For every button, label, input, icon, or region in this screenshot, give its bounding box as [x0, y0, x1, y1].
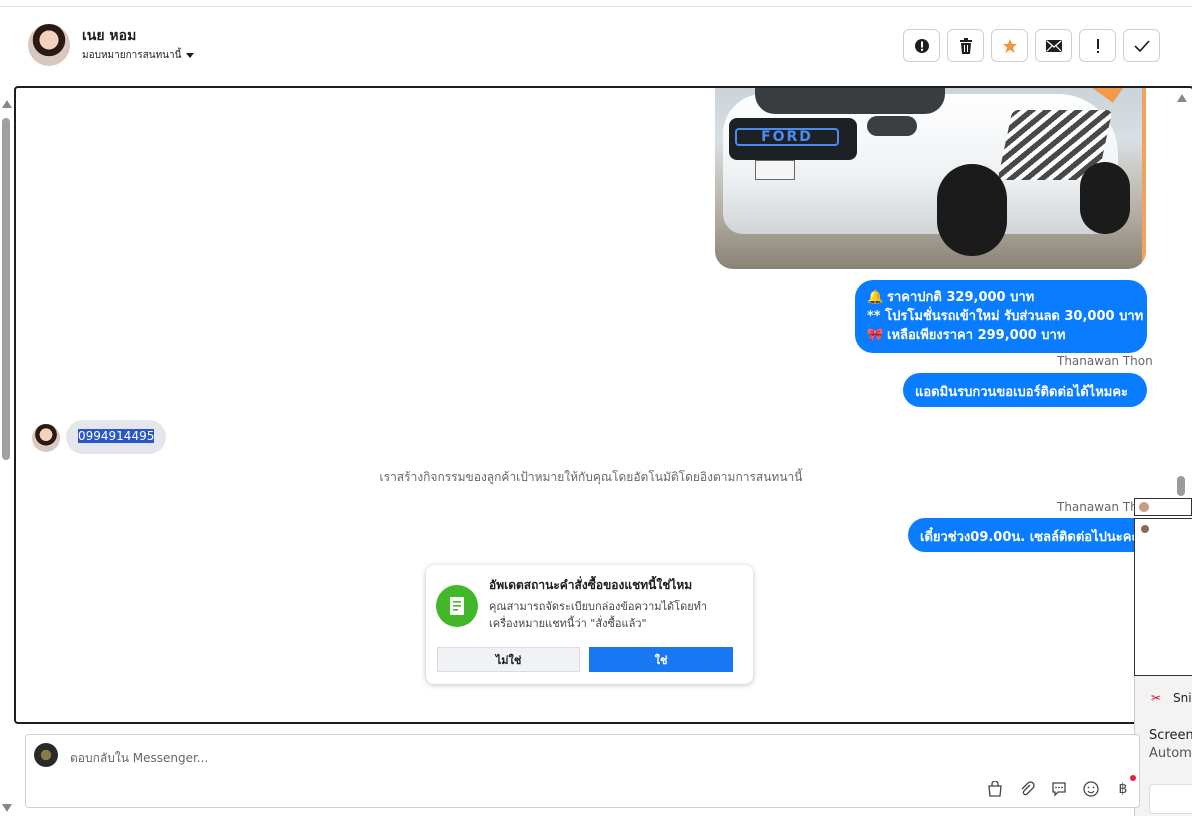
- star-icon: [1002, 38, 1017, 53]
- ask-phone-message-bubble[interactable]: แอดมินรบกวนขอเบอร์ติดต่อได้ไหมคะ: [903, 373, 1147, 407]
- notification-title: Screens: [1149, 728, 1192, 743]
- notification-body: Autom: [1149, 746, 1192, 761]
- car-plate: [755, 160, 795, 180]
- order-status-prompt: อัพเดตสถานะคำสั่งซื้อของแชทนี้ใช่ไหม คุณ…: [426, 565, 753, 684]
- car-photo-accent: [1088, 88, 1126, 103]
- conversation-header: เนย หอม มอบหมายการสนทนานี้: [18, 18, 1168, 78]
- contact-avatar[interactable]: [28, 24, 70, 66]
- ribbon-icon: 🎀: [867, 328, 884, 343]
- bell-icon: 🔔: [867, 290, 884, 305]
- avatar: [1141, 525, 1149, 533]
- snipping-tool-notification[interactable]: ✂ Snip Screens Autom: [1134, 676, 1192, 816]
- price-line: 🎀 เหลือเพียงราคา 299,000 บาท: [867, 326, 1147, 345]
- scissors-icon: ✂: [1151, 691, 1162, 705]
- assign-label: มอบหมายการสนทนานี้: [82, 50, 182, 61]
- prompt-title: อัพเดตสถานะคำสั่งซื้อของแชทนี้ใช่ไหม: [489, 578, 693, 592]
- message-composer[interactable]: ตอบกลับใน Messenger... ฿: [25, 734, 1140, 808]
- chat-scrollbar-thumb[interactable]: [1177, 476, 1185, 496]
- done-button[interactable]: [1123, 29, 1160, 62]
- car-logo: FORD: [735, 128, 839, 146]
- notification-app-name: Snip: [1173, 691, 1192, 705]
- car-photo-message[interactable]: FORD: [715, 88, 1146, 269]
- car-photo-border: [1142, 88, 1146, 269]
- paperclip-icon[interactable]: [1017, 779, 1037, 799]
- reply-later-message-bubble[interactable]: เดี๋ยวช่วง09.00น. เซลล์ติดต่อไปนะคะ: [908, 518, 1158, 552]
- page-avatar: [34, 743, 58, 767]
- spam-button[interactable]: [903, 29, 940, 62]
- contact-name[interactable]: เนย หอม: [82, 25, 136, 47]
- notification-dot: [1130, 775, 1136, 781]
- delete-button[interactable]: [947, 29, 984, 62]
- scroll-down-arrow-icon[interactable]: [2, 804, 12, 812]
- receipt-icon: [436, 585, 478, 627]
- trash-icon: [959, 37, 972, 54]
- system-note: เราสร้างกิจกรรมของลูกค้าเป้าหมายให้กับคุ…: [379, 470, 803, 484]
- price-line-text: ** โปรโมชั่นรถเข้าใหม่ รับส่วนลด 30,000 …: [867, 309, 1144, 324]
- car-wheel: [937, 164, 1007, 256]
- mark-unread-button[interactable]: [1035, 29, 1072, 62]
- bag-icon[interactable]: [985, 779, 1005, 799]
- scroll-up-arrow-icon[interactable]: [2, 100, 12, 108]
- check-icon: [1133, 39, 1150, 52]
- reply-input-placeholder[interactable]: ตอบกลับใน Messenger...: [70, 749, 208, 768]
- chat-thread: FORD 🔔 ราคาปกติ 329,000 บาท ** โปรโมชั่น…: [14, 86, 1192, 724]
- exclamation-icon: [1096, 38, 1099, 53]
- chat-bubble-icon[interactable]: [1049, 779, 1069, 799]
- composer-tools: ฿: [985, 779, 1133, 799]
- notification-action-button[interactable]: [1149, 784, 1192, 814]
- baht-icon[interactable]: ฿: [1113, 779, 1133, 799]
- prompt-description: คุณสามารถจัดระเบียบกล่องข้อความได้โดยทำเ…: [489, 600, 708, 630]
- sender-name: Thanawan Thon: [1057, 354, 1153, 368]
- important-button[interactable]: [1079, 29, 1116, 62]
- follow-up-button[interactable]: [991, 29, 1028, 62]
- assign-conversation-dropdown[interactable]: มอบหมายการสนทนานี้: [82, 48, 195, 63]
- alert-circle-icon: [914, 38, 929, 53]
- car-wheel: [1080, 162, 1130, 234]
- price-line-text: เหลือเพียงราคา 299,000 บาท: [887, 328, 1066, 343]
- phone-number-text[interactable]: 0994914495: [78, 429, 155, 443]
- scroll-up-arrow-icon[interactable]: [1177, 94, 1187, 102]
- popup-chat-window[interactable]: [1134, 518, 1192, 676]
- mark-ordered-button[interactable]: ใช่: [589, 647, 733, 672]
- page-scrollbar-thumb[interactable]: [2, 118, 10, 460]
- top-divider: [0, 6, 1192, 7]
- chevron-down-icon: [186, 53, 195, 58]
- price-line: ** โปรโมชั่นรถเข้าใหม่ รับส่วนลด 30,000 …: [867, 307, 1147, 326]
- car-headlamp: [867, 116, 917, 136]
- price-line-text: ราคาปกติ 329,000 บาท: [887, 290, 1035, 305]
- customer-phone-message-bubble[interactable]: 0994914495: [66, 420, 166, 454]
- customer-avatar[interactable]: [32, 424, 60, 452]
- action-toolbar: [903, 29, 1160, 62]
- mini-chat-window[interactable]: [1134, 498, 1192, 516]
- price-line: 🔔 ราคาปกติ 329,000 บาท: [867, 288, 1147, 307]
- price-message-bubble[interactable]: 🔔 ราคาปกติ 329,000 บาท ** โปรโมชั่นรถเข้…: [855, 280, 1147, 353]
- envelope-icon: [1045, 39, 1062, 52]
- avatar: [1139, 502, 1149, 512]
- not-ordered-button[interactable]: ไม่ใช่: [437, 647, 580, 672]
- emoji-icon[interactable]: [1081, 779, 1101, 799]
- car-hood: [755, 88, 945, 114]
